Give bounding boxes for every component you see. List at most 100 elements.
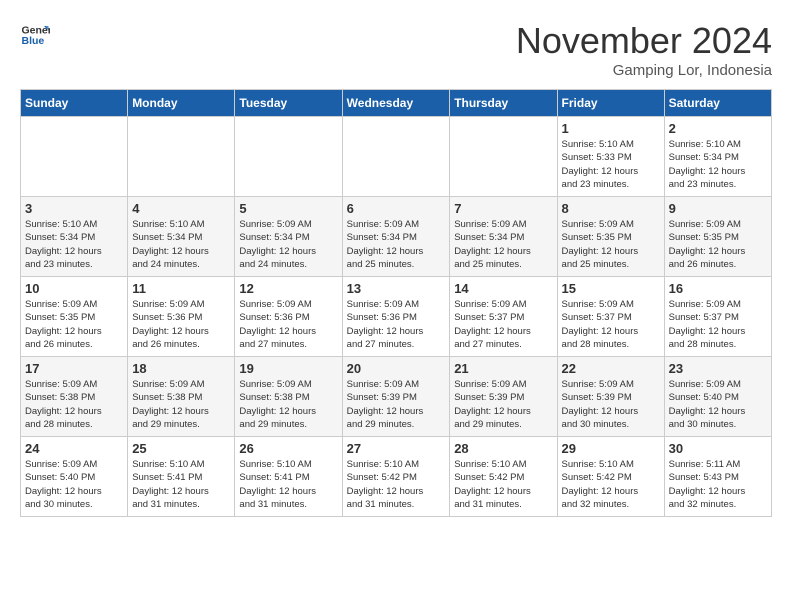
day-info: Sunrise: 5:09 AM Sunset: 5:38 PM Dayligh… [239,378,337,431]
calendar-cell [21,117,128,197]
day-number: 24 [25,441,123,456]
calendar-week-row: 3Sunrise: 5:10 AM Sunset: 5:34 PM Daylig… [21,197,772,277]
day-info: Sunrise: 5:09 AM Sunset: 5:36 PM Dayligh… [239,298,337,351]
day-info: Sunrise: 5:10 AM Sunset: 5:42 PM Dayligh… [454,458,552,511]
calendar-cell: 27 Sunrise: 5:10 AM Sunset: 5:42 PM Dayli… [342,437,450,517]
day-info: Sunrise: 5:09 AM Sunset: 5:34 PM Dayligh… [239,218,337,271]
day-number: 14 [454,281,552,296]
weekday-header: Sunday [21,90,128,117]
day-info: Sunrise: 5:09 AM Sunset: 5:39 PM Dayligh… [347,378,446,431]
day-number: 15 [562,281,660,296]
day-info: Sunrise: 5:10 AM Sunset: 5:41 PM Dayligh… [239,458,337,511]
weekday-header: Monday [128,90,235,117]
calendar-cell: 30Sunrise: 5:11 AM Sunset: 5:43 PM Dayli… [664,437,771,517]
calendar-cell: 17 Sunrise: 5:09 AM Sunset: 5:38 PM Dayli… [21,357,128,437]
day-number: 20 [347,361,446,376]
day-number: 22 [562,361,660,376]
calendar-cell [342,117,450,197]
day-info: Sunrise: 5:10 AM Sunset: 5:33 PM Dayligh… [562,138,660,191]
day-info: Sunrise: 5:10 AM Sunset: 5:42 PM Dayligh… [562,458,660,511]
day-number: 9 [669,201,767,216]
day-info: Sunrise: 5:09 AM Sunset: 5:35 PM Dayligh… [25,298,123,351]
page-header: General Blue November 2024 Gamping Lor, … [20,20,772,79]
day-number: 25 [132,441,230,456]
day-number: 18 [132,361,230,376]
calendar-cell: 19Sunrise: 5:09 AM Sunset: 5:38 PM Dayli… [235,357,342,437]
calendar-cell: 13Sunrise: 5:09 AM Sunset: 5:36 PM Dayli… [342,277,450,357]
day-number: 21 [454,361,552,376]
calendar-cell: 12 Sunrise: 5:09 AM Sunset: 5:36 PM Dayli… [235,277,342,357]
day-info: Sunrise: 5:09 AM Sunset: 5:34 PM Dayligh… [347,218,446,271]
calendar-table: SundayMondayTuesdayWednesdayThursdayFrid… [20,89,772,517]
calendar-cell: 15 Sunrise: 5:09 AM Sunset: 5:37 PM Dayli… [557,277,664,357]
calendar-cell: 25 Sunrise: 5:10 AM Sunset: 5:41 PM Dayli… [128,437,235,517]
day-number: 1 [562,121,660,136]
calendar-week-row: 10 Sunrise: 5:09 AM Sunset: 5:35 PM Dayli… [21,277,772,357]
day-info: Sunrise: 5:10 AM Sunset: 5:41 PM Dayligh… [132,458,230,511]
calendar-cell: 1 Sunrise: 5:10 AM Sunset: 5:33 PM Daylig… [557,117,664,197]
calendar-cell: 18 Sunrise: 5:09 AM Sunset: 5:38 PM Dayli… [128,357,235,437]
location: Gamping Lor, Indonesia [516,62,772,79]
weekday-header: Friday [557,90,664,117]
day-number: 2 [669,121,767,136]
day-info: Sunrise: 5:09 AM Sunset: 5:39 PM Dayligh… [454,378,552,431]
calendar-cell: 4 Sunrise: 5:10 AM Sunset: 5:34 PM Daylig… [128,197,235,277]
month-title: November 2024 [516,20,772,62]
calendar-cell [450,117,557,197]
calendar-cell: 7 Sunrise: 5:09 AM Sunset: 5:34 PM Daylig… [450,197,557,277]
calendar-cell: 26Sunrise: 5:10 AM Sunset: 5:41 PM Dayli… [235,437,342,517]
day-number: 4 [132,201,230,216]
calendar-cell: 2 Sunrise: 5:10 AM Sunset: 5:34 PM Daylig… [664,117,771,197]
day-info: Sunrise: 5:09 AM Sunset: 5:35 PM Dayligh… [669,218,767,271]
calendar-cell [128,117,235,197]
calendar-cell: 14 Sunrise: 5:09 AM Sunset: 5:37 PM Dayli… [450,277,557,357]
day-info: Sunrise: 5:09 AM Sunset: 5:34 PM Dayligh… [454,218,552,271]
day-number: 12 [239,281,337,296]
day-number: 23 [669,361,767,376]
calendar-cell: 29 Sunrise: 5:10 AM Sunset: 5:42 PM Dayli… [557,437,664,517]
day-number: 27 [347,441,446,456]
day-number: 11 [132,281,230,296]
calendar-cell: 9 Sunrise: 5:09 AM Sunset: 5:35 PM Daylig… [664,197,771,277]
day-info: Sunrise: 5:10 AM Sunset: 5:34 PM Dayligh… [669,138,767,191]
day-info: Sunrise: 5:10 AM Sunset: 5:34 PM Dayligh… [132,218,230,271]
calendar-cell: 22Sunrise: 5:09 AM Sunset: 5:39 PM Dayli… [557,357,664,437]
logo: General Blue [20,20,50,50]
day-info: Sunrise: 5:09 AM Sunset: 5:37 PM Dayligh… [454,298,552,351]
day-number: 6 [347,201,446,216]
calendar-cell [235,117,342,197]
day-number: 17 [25,361,123,376]
calendar-week-row: 24Sunrise: 5:09 AM Sunset: 5:40 PM Dayli… [21,437,772,517]
calendar-cell: 8 Sunrise: 5:09 AM Sunset: 5:35 PM Daylig… [557,197,664,277]
weekday-header: Tuesday [235,90,342,117]
day-number: 28 [454,441,552,456]
calendar-cell: 23 Sunrise: 5:09 AM Sunset: 5:40 PM Dayli… [664,357,771,437]
calendar-cell: 6 Sunrise: 5:09 AM Sunset: 5:34 PM Daylig… [342,197,450,277]
day-number: 29 [562,441,660,456]
day-number: 5 [239,201,337,216]
day-number: 10 [25,281,123,296]
calendar-week-row: 1 Sunrise: 5:10 AM Sunset: 5:33 PM Daylig… [21,117,772,197]
day-number: 16 [669,281,767,296]
day-info: Sunrise: 5:09 AM Sunset: 5:38 PM Dayligh… [132,378,230,431]
day-info: Sunrise: 5:10 AM Sunset: 5:34 PM Dayligh… [25,218,123,271]
svg-text:Blue: Blue [22,35,45,47]
day-info: Sunrise: 5:09 AM Sunset: 5:36 PM Dayligh… [347,298,446,351]
day-info: Sunrise: 5:09 AM Sunset: 5:35 PM Dayligh… [562,218,660,271]
calendar-cell: 28 Sunrise: 5:10 AM Sunset: 5:42 PM Dayli… [450,437,557,517]
day-info: Sunrise: 5:09 AM Sunset: 5:37 PM Dayligh… [669,298,767,351]
day-info: Sunrise: 5:10 AM Sunset: 5:42 PM Dayligh… [347,458,446,511]
day-info: Sunrise: 5:09 AM Sunset: 5:40 PM Dayligh… [669,378,767,431]
day-info: Sunrise: 5:09 AM Sunset: 5:38 PM Dayligh… [25,378,123,431]
calendar-cell: 20 Sunrise: 5:09 AM Sunset: 5:39 PM Dayli… [342,357,450,437]
day-info: Sunrise: 5:09 AM Sunset: 5:37 PM Dayligh… [562,298,660,351]
day-info: Sunrise: 5:09 AM Sunset: 5:36 PM Dayligh… [132,298,230,351]
day-number: 7 [454,201,552,216]
calendar-cell: 5 Sunrise: 5:09 AM Sunset: 5:34 PM Daylig… [235,197,342,277]
calendar-cell: 3Sunrise: 5:10 AM Sunset: 5:34 PM Daylig… [21,197,128,277]
calendar-cell: 24Sunrise: 5:09 AM Sunset: 5:40 PM Dayli… [21,437,128,517]
calendar-cell: 10 Sunrise: 5:09 AM Sunset: 5:35 PM Dayli… [21,277,128,357]
logo-icon: General Blue [20,20,50,50]
day-number: 8 [562,201,660,216]
calendar-cell: 21 Sunrise: 5:09 AM Sunset: 5:39 PM Dayli… [450,357,557,437]
